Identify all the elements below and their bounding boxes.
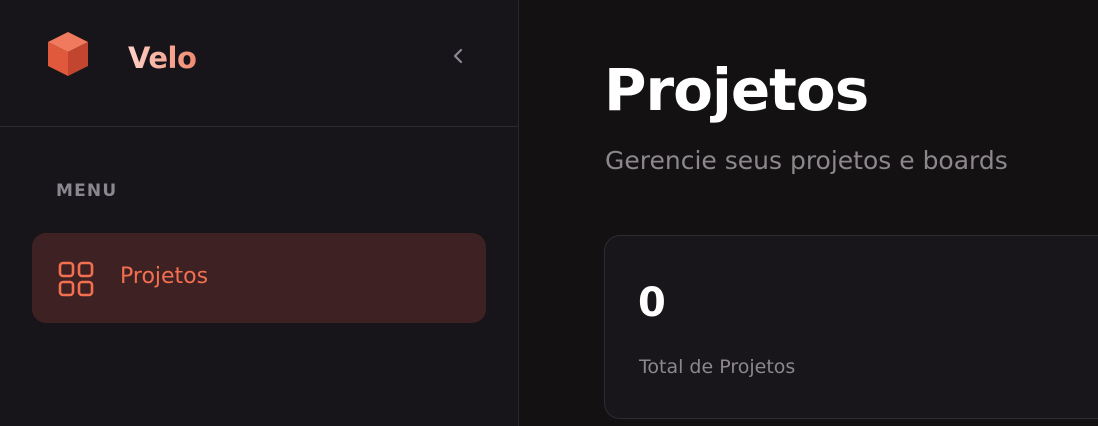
chevron-left-icon bbox=[451, 46, 465, 70]
menu-section-label: MENU bbox=[56, 181, 118, 201]
main-content: Projetos Gerencie seus projetos e boards… bbox=[519, 0, 1098, 426]
sidebar: Velo MENU Projetos bbox=[0, 0, 519, 426]
sidebar-item-label: Projetos bbox=[120, 264, 209, 289]
sidebar-header: Velo bbox=[0, 0, 518, 127]
stat-value: 0 bbox=[638, 280, 666, 326]
brand-name: Velo bbox=[128, 41, 197, 75]
cube-icon bbox=[44, 30, 92, 78]
page-subtitle: Gerencie seus projetos e boards bbox=[605, 146, 1008, 175]
stat-card-total-projetos: 0 Total de Projetos bbox=[604, 235, 1098, 419]
page-title: Projetos bbox=[604, 56, 869, 124]
app-window: Velo MENU Projetos Projetos Gerencie seu… bbox=[0, 0, 1098, 426]
sidebar-item-projetos[interactable]: Projetos bbox=[32, 233, 486, 323]
stat-label: Total de Projetos bbox=[639, 356, 796, 378]
collapse-sidebar-button[interactable] bbox=[446, 46, 470, 70]
grid-icon bbox=[58, 261, 94, 297]
